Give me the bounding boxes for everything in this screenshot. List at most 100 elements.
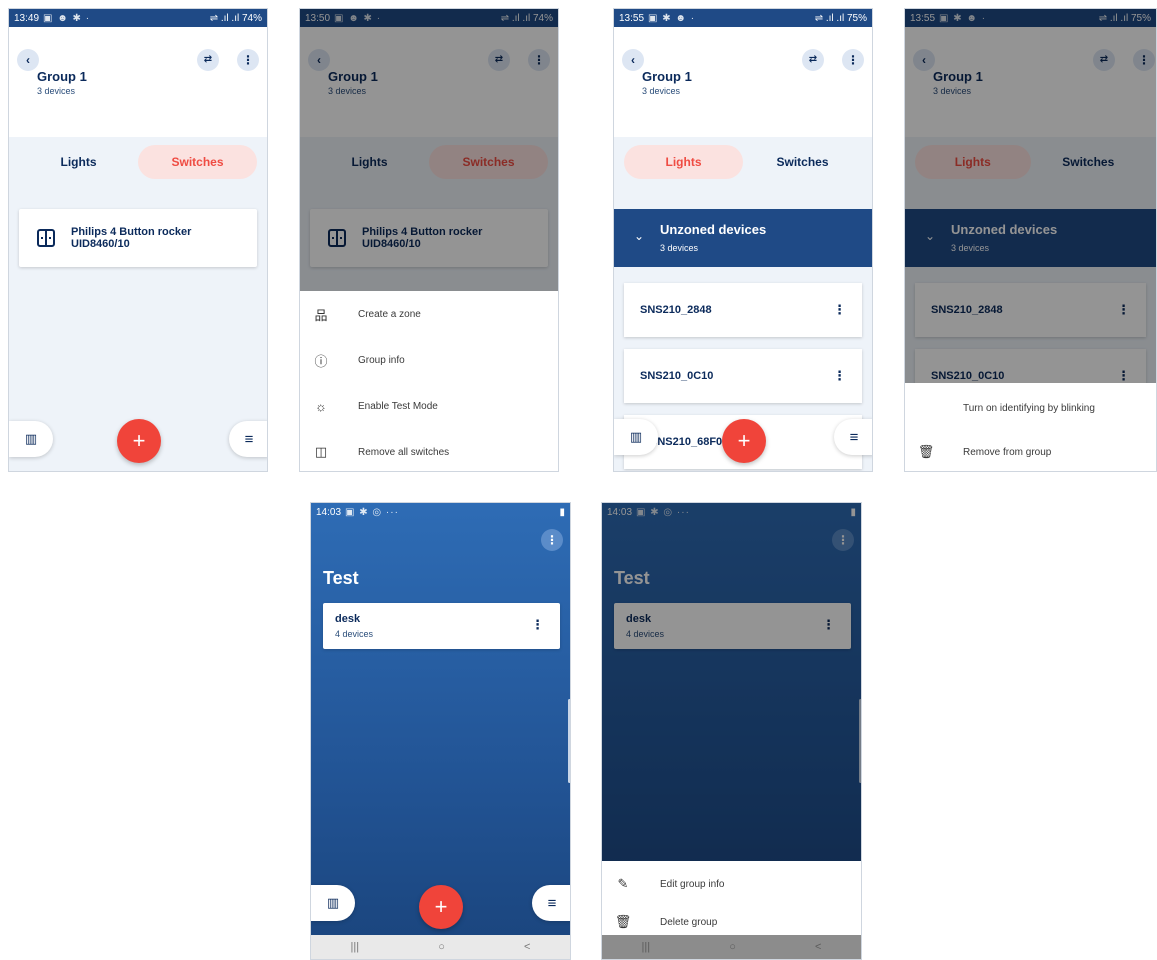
page-subtitle: 3 devices bbox=[642, 86, 681, 96]
menu-item-label: Remove all switches bbox=[358, 446, 450, 458]
add-button[interactable]: + bbox=[722, 419, 766, 463]
scroll-indicator[interactable] bbox=[568, 699, 570, 783]
rocker-switch-icon bbox=[37, 229, 55, 247]
screen-group-card-menu: 14:03 ▣ ✱ ◎ ··· ▮ ⋮ Test desk 4 devices ⋮… bbox=[601, 502, 862, 960]
status-bar: 13:49 ▣ ☻ ✱ · ⇌ .ıl .ıl 74% bbox=[9, 9, 267, 27]
status-time: 14:03 bbox=[316, 506, 342, 518]
more-vertical-icon[interactable]: ⋮ bbox=[541, 529, 563, 551]
screen-group-lights: 13:55 ▣ ✱ ☻ · ⇌ .ıl .ıl 75% ‹ ⇄ ⋮ Group 1… bbox=[613, 8, 873, 472]
status-time: 13:49 bbox=[14, 12, 40, 24]
building-icon[interactable]: ▥ bbox=[9, 421, 53, 457]
menu-item-label: Delete group bbox=[660, 916, 718, 928]
menu-item-test-mode[interactable]: ☼ Enable Test Mode bbox=[300, 383, 558, 429]
status-battery: ⇌ .ıl .ıl 74% bbox=[209, 12, 262, 24]
filter-icon[interactable]: ⇄ bbox=[197, 49, 219, 71]
zone-title: Unzoned devices bbox=[660, 222, 767, 237]
group-subtitle: 4 devices bbox=[335, 629, 374, 639]
group-header: ‹ ⇄ ⋮ Group 1 3 devices bbox=[9, 27, 267, 137]
tab-lights[interactable]: Lights bbox=[19, 145, 138, 179]
back-button[interactable]: < bbox=[524, 941, 530, 953]
status-time: 13:55 bbox=[619, 12, 645, 24]
building-icon[interactable]: ▥ bbox=[614, 419, 658, 455]
status-bar: 13:55 ▣ ✱ ☻ · ⇌ .ıl .ıl 75% bbox=[614, 9, 872, 27]
recents-button[interactable]: ||| bbox=[351, 941, 360, 953]
add-button[interactable]: + bbox=[419, 885, 463, 929]
zone-tree-icon: 品 bbox=[314, 307, 328, 323]
menu-icon[interactable]: ≡ bbox=[532, 885, 570, 921]
screen-device-options-menu: 13:55 ▣ ✱ ☻ · ⇌ .ıl .ıl 75% ‹ ⇄ ⋮ Group 1… bbox=[904, 8, 1157, 472]
android-nav-bar: ||| ○ < bbox=[311, 935, 570, 959]
device-row[interactable]: SNS210_0C10 ⋮ bbox=[624, 349, 862, 403]
tab-lights[interactable]: Lights bbox=[624, 145, 743, 179]
page-subtitle: 3 devices bbox=[37, 86, 76, 96]
menu-item-remove-from-group[interactable]: 🗑 Remove from group bbox=[905, 429, 1156, 471]
more-vertical-icon[interactable]: ⋮ bbox=[237, 49, 259, 71]
menu-item-label: Enable Test Mode bbox=[358, 400, 438, 412]
home-button[interactable]: ○ bbox=[438, 941, 445, 953]
device-options-sheet: Turn on identifying by blinking 🗑 Remove … bbox=[905, 383, 1156, 471]
more-vertical-icon[interactable]: ⋮ bbox=[833, 302, 846, 318]
info-icon: ⓘ bbox=[314, 353, 328, 369]
dim-overlay[interactable] bbox=[905, 9, 1156, 383]
device-model: UID8460/10 bbox=[71, 238, 130, 250]
battery-icon: ▮ bbox=[559, 506, 565, 518]
screen-group-options-menu: 13:50 ▣ ☻ ✱ · ⇌ .ıl .ıl 74% ‹ ⇄ ⋮ Group 1… bbox=[299, 8, 559, 472]
group-card[interactable]: desk 4 devices ⋮ bbox=[323, 603, 560, 649]
menu-item-label: Remove from group bbox=[963, 446, 1052, 458]
more-vertical-icon[interactable]: ⋮ bbox=[531, 617, 544, 633]
rocker-switch-icon: ◫ bbox=[314, 444, 328, 459]
page-title: Test bbox=[323, 568, 359, 588]
trash-icon: 🗑 bbox=[614, 914, 632, 929]
tab-bar: Lights Switches bbox=[9, 137, 267, 187]
menu-item-identify-blink[interactable]: Turn on identifying by blinking bbox=[905, 385, 1156, 431]
menu-item-group-info[interactable]: ⓘ Group info bbox=[300, 337, 558, 383]
screen-zone-test: 14:03 ▣ ✱ ◎ ··· ▮ ⋮ Test desk 4 devices ⋮… bbox=[310, 502, 571, 960]
group-header: ‹ ⇄ ⋮ Group 1 3 devices bbox=[614, 27, 872, 137]
pencil-icon: ✎ bbox=[617, 876, 629, 891]
menu-icon[interactable]: ≡ bbox=[834, 419, 872, 455]
menu-item-remove-switches[interactable]: ◫ Remove all switches bbox=[300, 429, 558, 471]
home-button[interactable]: ○ bbox=[729, 941, 736, 953]
device-name: Philips 4 Button rocker bbox=[71, 226, 192, 238]
tab-switches[interactable]: Switches bbox=[138, 145, 257, 179]
back-icon[interactable]: ‹ bbox=[622, 49, 644, 71]
group-options-sheet: ✎ Edit group info 🗑 Delete group bbox=[602, 861, 861, 935]
menu-item-label: Edit group info bbox=[660, 878, 725, 890]
menu-item-create-zone[interactable]: 品 Create a zone bbox=[300, 291, 558, 337]
zone-subtitle: 3 devices bbox=[660, 243, 699, 253]
tab-bar: Lights Switches bbox=[614, 137, 872, 187]
group-name: desk bbox=[335, 613, 361, 625]
sun-icon: ☼ bbox=[315, 398, 327, 414]
back-icon[interactable]: ‹ bbox=[17, 49, 39, 71]
menu-item-label: Group info bbox=[358, 354, 405, 366]
trash-icon: 🗑 bbox=[917, 444, 935, 459]
building-icon[interactable]: ▥ bbox=[311, 885, 355, 921]
device-row[interactable]: SNS210_2848 ⋮ bbox=[624, 283, 862, 337]
more-vertical-icon[interactable]: ⋮ bbox=[842, 49, 864, 71]
menu-item-label: Turn on identifying by blinking bbox=[963, 402, 1095, 414]
page-title: Group 1 bbox=[642, 69, 692, 84]
menu-icon[interactable]: ≡ bbox=[229, 421, 267, 457]
add-button[interactable]: + bbox=[117, 419, 161, 463]
zone-header[interactable]: ⌄ Unzoned devices 3 devices bbox=[614, 209, 872, 267]
dim-overlay[interactable] bbox=[602, 503, 861, 861]
options-sheet: 品 Create a zone ⓘ Group info ☼ Enable Test … bbox=[300, 291, 558, 471]
status-icons: ▣ ✱ ◎ ··· bbox=[345, 506, 399, 518]
status-battery: ⇌ .ıl .ıl 75% bbox=[814, 12, 867, 24]
status-icons: ▣ ☻ ✱ · bbox=[43, 12, 91, 24]
device-name: SNS210_0C10 bbox=[640, 370, 714, 382]
menu-item-label: Create a zone bbox=[358, 308, 421, 320]
page-title: Group 1 bbox=[37, 69, 87, 84]
more-vertical-icon[interactable]: ⋮ bbox=[833, 368, 846, 384]
recents-button[interactable]: ||| bbox=[642, 941, 651, 953]
screen-group-switches: 13:49 ▣ ☻ ✱ · ⇌ .ıl .ıl 74% ‹ ⇄ ⋮ Group 1… bbox=[8, 8, 268, 472]
device-name: SNS210_2848 bbox=[640, 304, 712, 316]
status-icons: ▣ ✱ ☻ · bbox=[648, 12, 696, 24]
dim-overlay[interactable] bbox=[300, 9, 558, 291]
device-card[interactable]: Philips 4 Button rocker UID8460/10 bbox=[19, 209, 257, 267]
back-button[interactable]: < bbox=[815, 941, 821, 953]
tab-switches[interactable]: Switches bbox=[743, 145, 862, 179]
status-bar: 14:03 ▣ ✱ ◎ ··· ▮ bbox=[311, 503, 570, 521]
filter-icon[interactable]: ⇄ bbox=[802, 49, 824, 71]
chevron-down-icon: ⌄ bbox=[634, 229, 645, 243]
